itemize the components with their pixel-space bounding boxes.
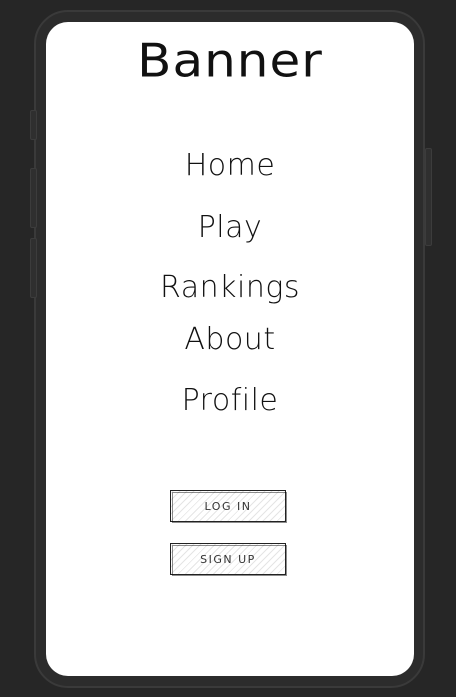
menu-item-about[interactable]: About (46, 322, 414, 357)
menu-item-rankings[interactable]: Rankings (46, 270, 414, 305)
login-button-label: LOG IN (204, 499, 252, 513)
phone-volume-up-button (30, 168, 37, 228)
phone-screen: Banner Home Play Rankings About Profile … (46, 22, 414, 676)
menu-item-play[interactable]: Play (46, 210, 414, 245)
signup-button[interactable]: SIGN UP (170, 543, 287, 576)
menu-item-home[interactable]: Home (46, 148, 414, 183)
menu-item-profile[interactable]: Profile (46, 383, 414, 418)
phone-side-button-top (30, 110, 37, 140)
signup-button-label: SIGN UP (200, 552, 256, 566)
login-button[interactable]: LOG IN (170, 490, 287, 523)
phone-power-button (425, 148, 432, 246)
banner-title: Banner (137, 34, 323, 88)
phone-volume-down-button (30, 238, 37, 298)
